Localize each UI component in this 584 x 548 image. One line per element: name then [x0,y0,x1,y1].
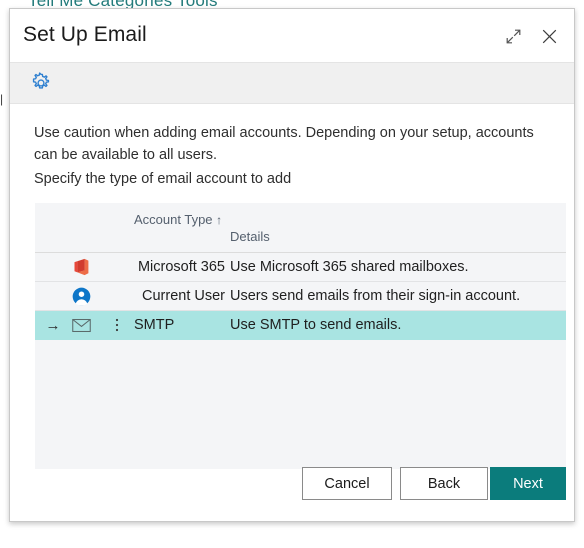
column-header-account-type-label: Account Type [134,212,213,227]
table-empty-area [35,340,566,460]
cancel-button[interactable]: Cancel [302,467,392,500]
cell-details: Use Microsoft 365 shared mailboxes. [230,259,469,275]
column-header-details-label: Details [230,229,270,244]
cell-account-type: Current User [142,288,225,304]
envelope-icon [70,311,92,339]
expand-icon[interactable] [498,22,528,50]
next-button[interactable]: Next [490,467,566,500]
dialog-titlebar: Set Up Email [10,9,574,62]
current-row-arrow-icon: → [45,316,61,334]
cell-details: Use SMTP to send emails. [230,317,402,333]
table-header-row: Account Type ↑ Details [35,203,566,253]
user-circle-icon [70,282,92,310]
cell-account-type: SMTP [134,317,175,333]
instruction-text: Specify the type of email account to add [34,171,292,187]
column-header-account-type[interactable]: Account Type ↑ [134,211,224,229]
dialog-footer: Cancel Back Next [10,455,574,521]
dialog-title: Set Up Email [23,23,147,46]
cell-details: Users send emails from their sign-in acc… [230,288,521,304]
close-icon[interactable] [534,22,564,50]
office-365-icon [70,253,92,281]
sort-ascending-icon: ↑ [216,213,223,227]
caution-text: Use caution when adding email accounts. … [34,125,534,163]
cell-account-type: Microsoft 365 [137,259,225,275]
column-header-details[interactable]: Details [230,228,270,245]
table-row[interactable]: Microsoft 365 Use Microsoft 365 shared m… [35,253,566,282]
set-up-email-dialog: Set Up Email Use caution when adding ema… [9,8,575,522]
table-row[interactable]: Current User Users send emails from thei… [35,282,566,311]
dialog-toolbar [10,62,574,104]
table-row[interactable]: → SMTP Use SMTP to send emails. [35,311,566,340]
back-button[interactable]: Back [400,467,488,500]
more-vertical-icon[interactable] [109,311,125,339]
gear-icon[interactable] [27,69,55,97]
account-type-table: Account Type ↑ Details Microsoft 365 Use… [35,203,566,469]
